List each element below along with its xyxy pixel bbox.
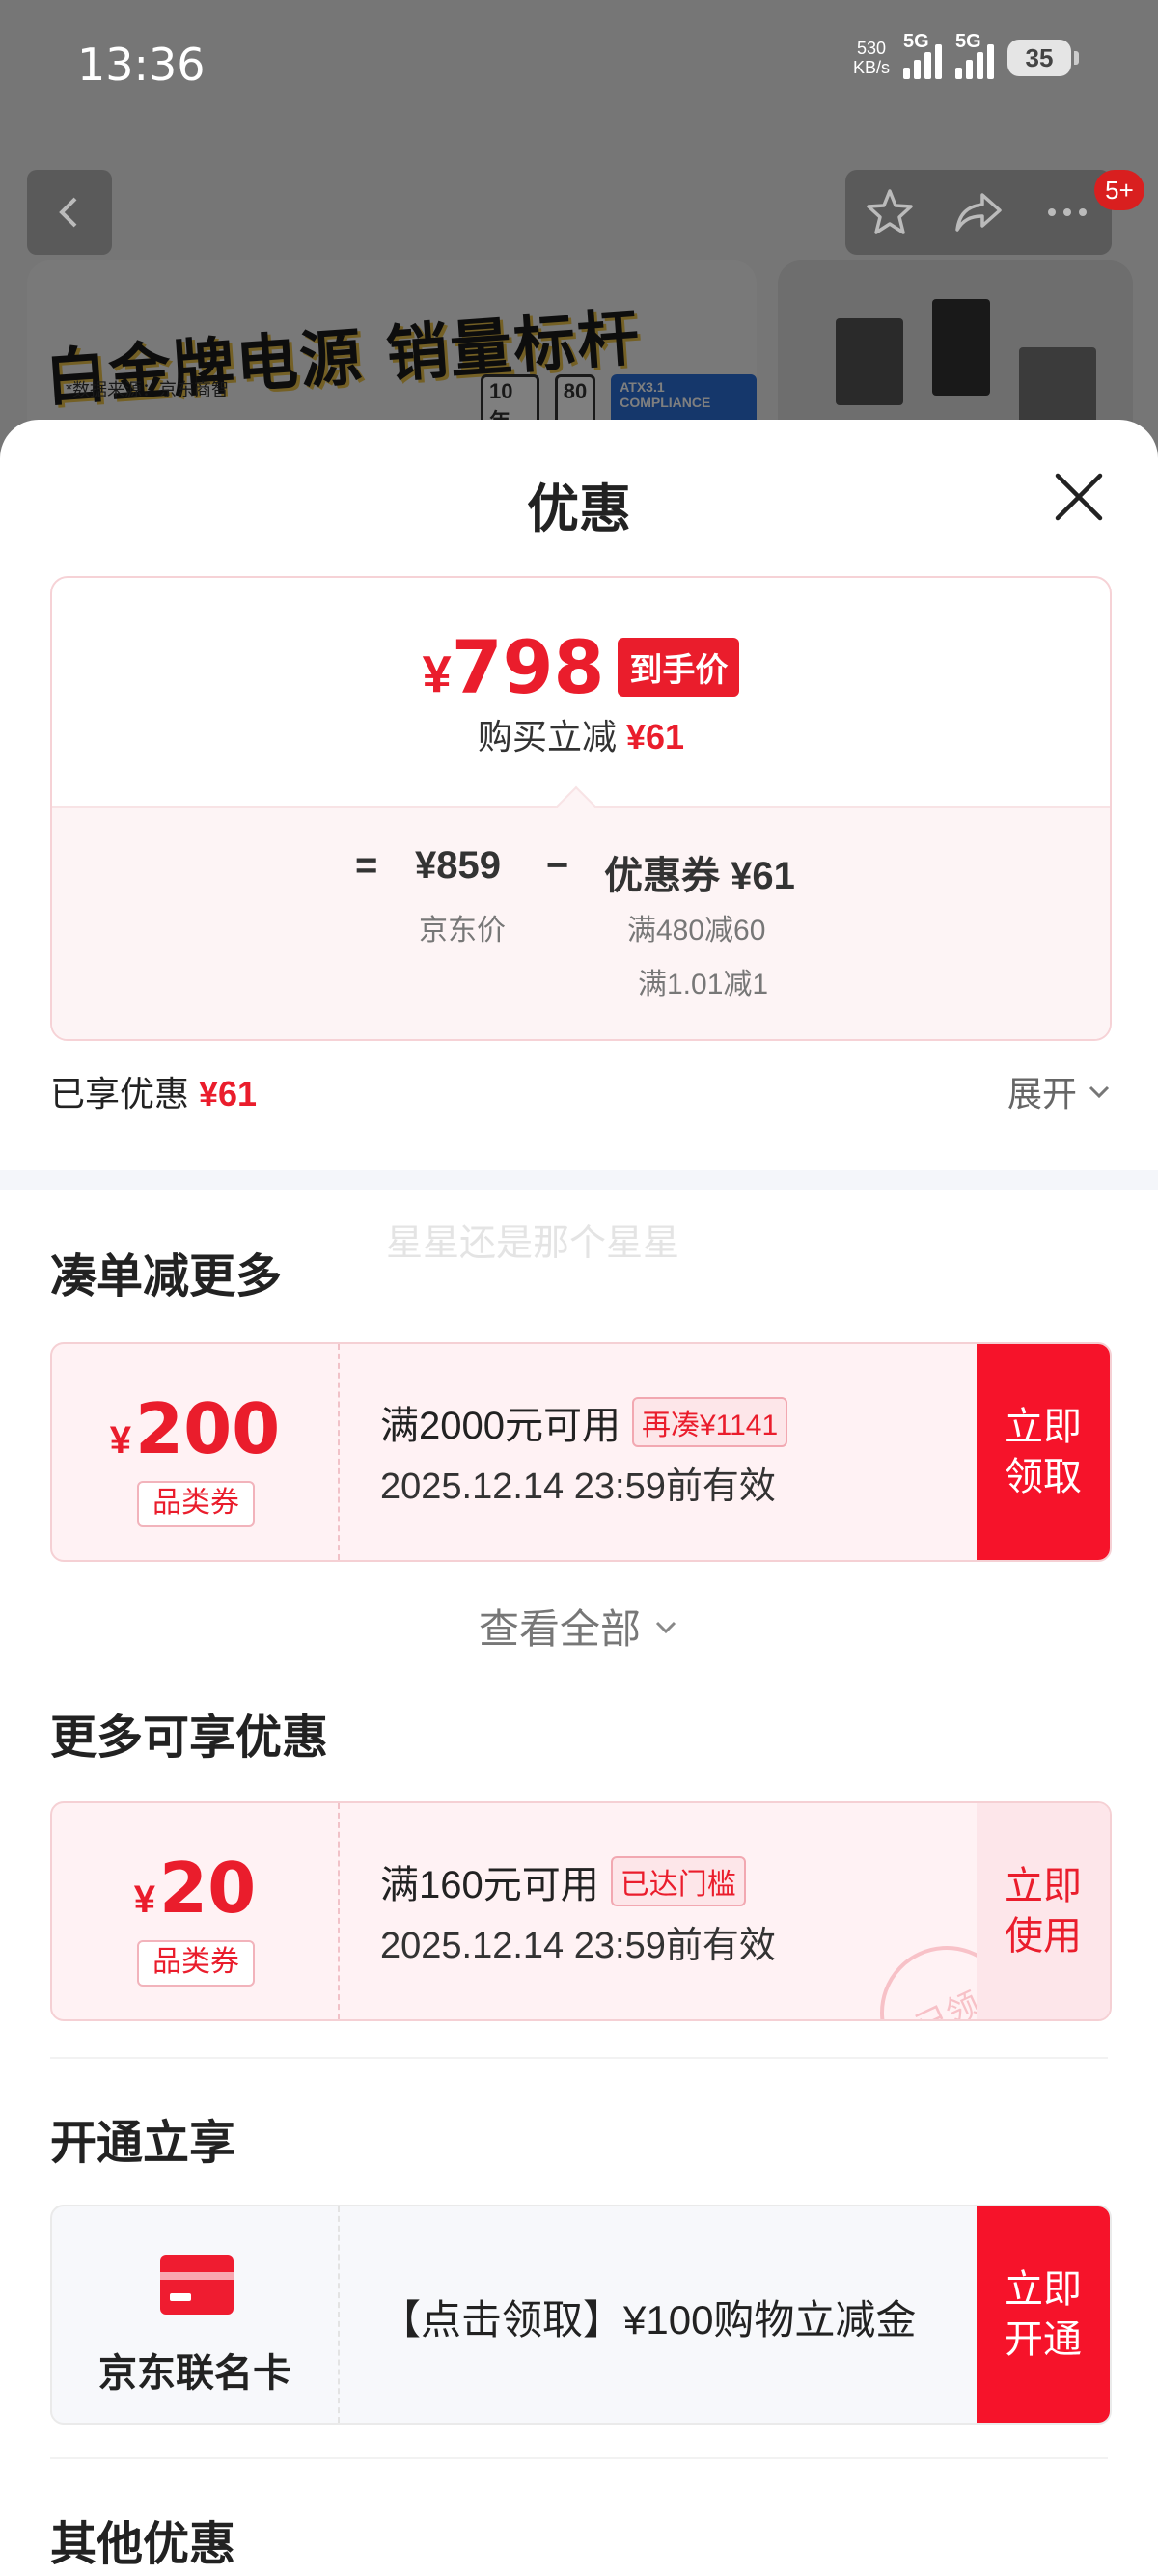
signal-icon: 5G: [903, 31, 942, 79]
section-title-other: 其他优惠: [50, 2519, 236, 2570]
final-price: 798: [451, 624, 605, 710]
back-button[interactable]: [27, 170, 112, 255]
enjoyed-discount: 已享优惠 ¥61: [50, 1066, 257, 1116]
coupon-validity: 2025.12.14 23:59前有效: [380, 1926, 776, 1966]
discount-sheet: 优惠 ¥ 798 到手价 购买立减 ¥61 = ¥859 − 优惠券 ¥61 京东…: [0, 420, 1158, 2576]
coupon-validity: 2025.12.14 23:59前有效: [380, 1466, 776, 1507]
final-price-badge: 到手价: [618, 638, 740, 697]
coupon-gap-pill: 再凑¥1141: [631, 1397, 788, 1447]
instant-discount-amount: ¥61: [625, 717, 685, 756]
star-icon[interactable]: [863, 185, 917, 239]
coupon-condition: 满160元可用 已达门槛: [380, 1853, 746, 1909]
message-count-badge: 5+: [1094, 170, 1144, 210]
network-speed: 530 KB/s: [852, 39, 890, 77]
chevron-down-icon: [655, 1621, 676, 1633]
battery-icon: 35: [1007, 40, 1079, 76]
status-time: 13:36: [77, 39, 206, 91]
coupon-value: ¥20 品类券: [52, 1803, 340, 2019]
enjoyed-label: 已享优惠: [50, 1074, 190, 1113]
claim-coupon-button[interactable]: 立即 领取: [977, 1344, 1110, 1560]
view-all-label: 查看全部: [478, 1606, 641, 1652]
coupon-type-tag: 品类券: [137, 1940, 255, 1987]
section-title-more-available: 更多可享优惠: [50, 1713, 329, 1764]
enjoyed-amount: ¥61: [199, 1074, 258, 1113]
chevron-left-icon: [59, 197, 77, 228]
view-all-button[interactable]: 查看全部: [0, 1597, 1158, 1656]
coupon-condition: 满2000元可用 再凑¥1141: [380, 1394, 788, 1450]
coupon-type-tag: 品类券: [137, 1481, 255, 1527]
coupon-total: 优惠券 ¥61: [604, 855, 795, 897]
sheet-title: 优惠: [527, 480, 631, 538]
co-branded-card-offer: 京东联名卡 【点击领取】¥100购物立减金 立即 开通: [50, 2205, 1112, 2425]
coupon-amount: 20: [159, 1848, 257, 1929]
coupon-rule: 满480减60: [627, 915, 766, 946]
divider: [50, 2457, 1108, 2459]
final-price-row: ¥ 798 到手价: [52, 624, 1110, 710]
threshold-reached-pill: 已达门槛: [610, 1856, 746, 1906]
section-title-more-deals: 凑单减更多: [50, 1251, 283, 1302]
status-icons: 530 KB/s 5G 5G 35: [852, 31, 1079, 79]
section-title-open: 开通立享: [50, 2118, 236, 2169]
minus-sign: −: [546, 844, 569, 887]
price-breakdown: = ¥859 − 优惠券 ¥61 京东价 满480减60 满1.01减1: [52, 785, 1110, 1039]
coupon-value: ¥200 品类券: [52, 1344, 340, 1560]
jd-price-label: 京东价: [419, 915, 506, 946]
credit-card-icon: [160, 2255, 234, 2315]
currency-symbol: ¥: [422, 644, 452, 703]
coupon-rule: 满1.01减1: [638, 969, 769, 1000]
more-icon[interactable]: [1040, 185, 1094, 239]
open-card-button[interactable]: 立即 开通: [977, 2206, 1110, 2423]
instant-discount-row: 购买立减 ¥61: [52, 709, 1110, 759]
status-bar: 13:36 530 KB/s 5G 5G 35: [0, 0, 1158, 135]
signal-icon: 5G: [955, 31, 994, 79]
coupon-card: ¥200 品类券 满2000元可用 再凑¥1141 2025.12.14 23:…: [50, 1342, 1112, 1562]
top-action-group: [845, 170, 1112, 255]
equals-sign: =: [355, 844, 378, 887]
watermark: 星星还是那个星星: [386, 1223, 680, 1264]
close-icon[interactable]: [1050, 468, 1108, 526]
share-icon[interactable]: [951, 185, 1006, 239]
divider: [50, 2057, 1108, 2059]
price-summary-card: ¥ 798 到手价 购买立减 ¥61 = ¥859 − 优惠券 ¥61 京东价 满…: [50, 576, 1112, 1041]
use-coupon-button[interactable]: 立即 使用: [977, 1803, 1110, 2019]
coupon-amount: 200: [134, 1388, 281, 1469]
jd-price: ¥859: [415, 844, 501, 887]
section-divider: [0, 1170, 1158, 1190]
card-offer-text: 【点击领取】¥100购物立减金: [380, 2297, 917, 2343]
expand-label: 展开: [1006, 1074, 1077, 1113]
coupon-card: ¥20 品类券 满160元可用 已达门槛 2025.12.14 23:59前有效…: [50, 1801, 1112, 2021]
card-name: 京东联名卡: [98, 2352, 291, 2395]
expand-button[interactable]: 展开: [1007, 1066, 1112, 1116]
instant-discount-label: 购买立减: [477, 717, 617, 756]
chevron-down-icon: [1089, 1085, 1110, 1099]
